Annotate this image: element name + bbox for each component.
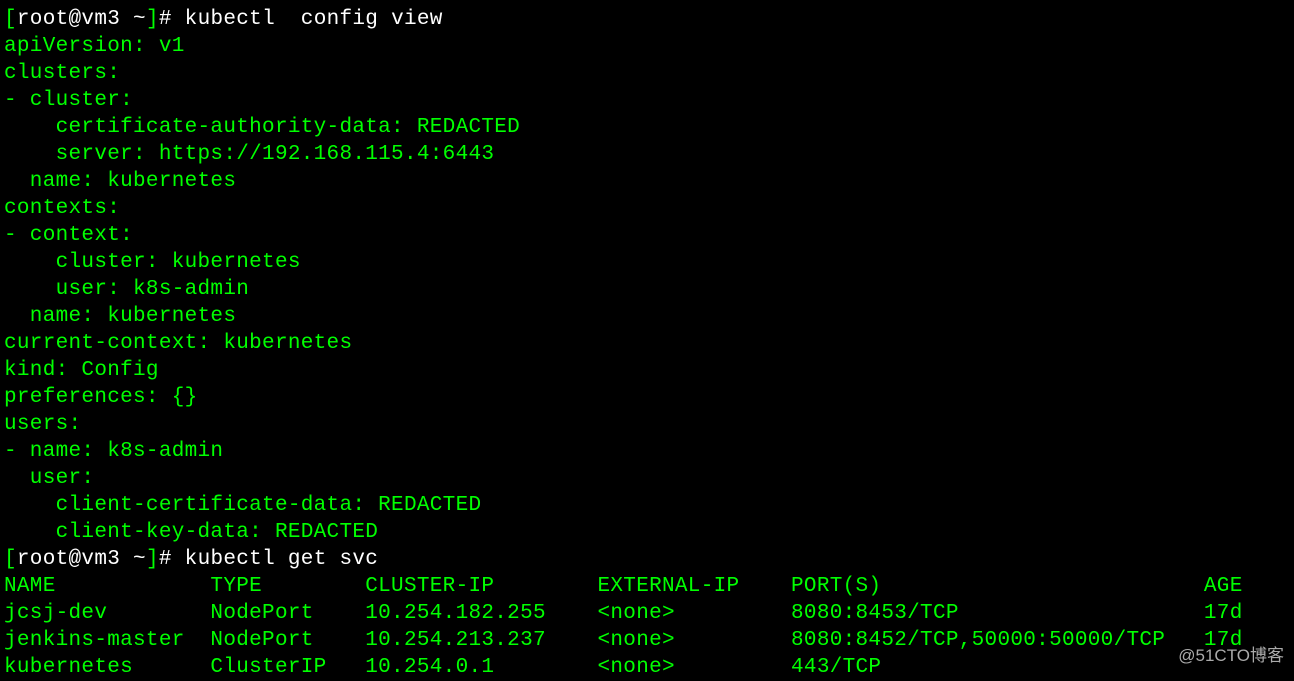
cfg-ctx-user: user: k8s-admin [4,276,1290,303]
cfg-ctx-name: name: kubernetes [4,303,1290,330]
cfg-cluster-item: - cluster: [4,87,1290,114]
svc-table-header: NAME TYPE CLUSTER-IP EXTERNAL-IP PORT(S)… [4,573,1290,600]
cfg-context-item: - context: [4,222,1290,249]
table-row: jcsj-dev NodePort 10.254.182.255 <none> … [4,600,1290,627]
cfg-clusters-hdr: clusters: [4,60,1290,87]
cfg-cluster-name: name: kubernetes [4,168,1290,195]
cfg-contexts-hdr: contexts: [4,195,1290,222]
cfg-user-name: - name: k8s-admin [4,438,1290,465]
terminal-output: [root@vm3 ~]# kubectl config view apiVer… [4,6,1290,681]
command-1: kubectl config view [185,8,443,31]
cfg-users-hdr: users: [4,411,1290,438]
cfg-client-cert: client-certificate-data: REDACTED [4,492,1290,519]
cfg-cert-auth: certificate-authority-data: REDACTED [4,114,1290,141]
svc-table-body: jcsj-dev NodePort 10.254.182.255 <none> … [4,600,1290,681]
cfg-apiversion: apiVersion: v1 [4,33,1290,60]
table-row: jenkins-master NodePort 10.254.213.237 <… [4,627,1290,654]
cfg-preferences: preferences: {} [4,384,1290,411]
cfg-ctx-cluster: cluster: kubernetes [4,249,1290,276]
prompt-line-2[interactable]: [root@vm3 ~]# kubectl get svc [4,546,1290,573]
cfg-current-ctx: current-context: kubernetes [4,330,1290,357]
command-2: kubectl get svc [185,548,379,571]
cfg-user-item: user: [4,465,1290,492]
cfg-server: server: https://192.168.115.4:6443 [4,141,1290,168]
cfg-client-key: client-key-data: REDACTED [4,519,1290,546]
cfg-kind: kind: Config [4,357,1290,384]
watermark: @51CTO博客 [1178,642,1284,669]
prompt-line-1[interactable]: [root@vm3 ~]# kubectl config view [4,6,1290,33]
